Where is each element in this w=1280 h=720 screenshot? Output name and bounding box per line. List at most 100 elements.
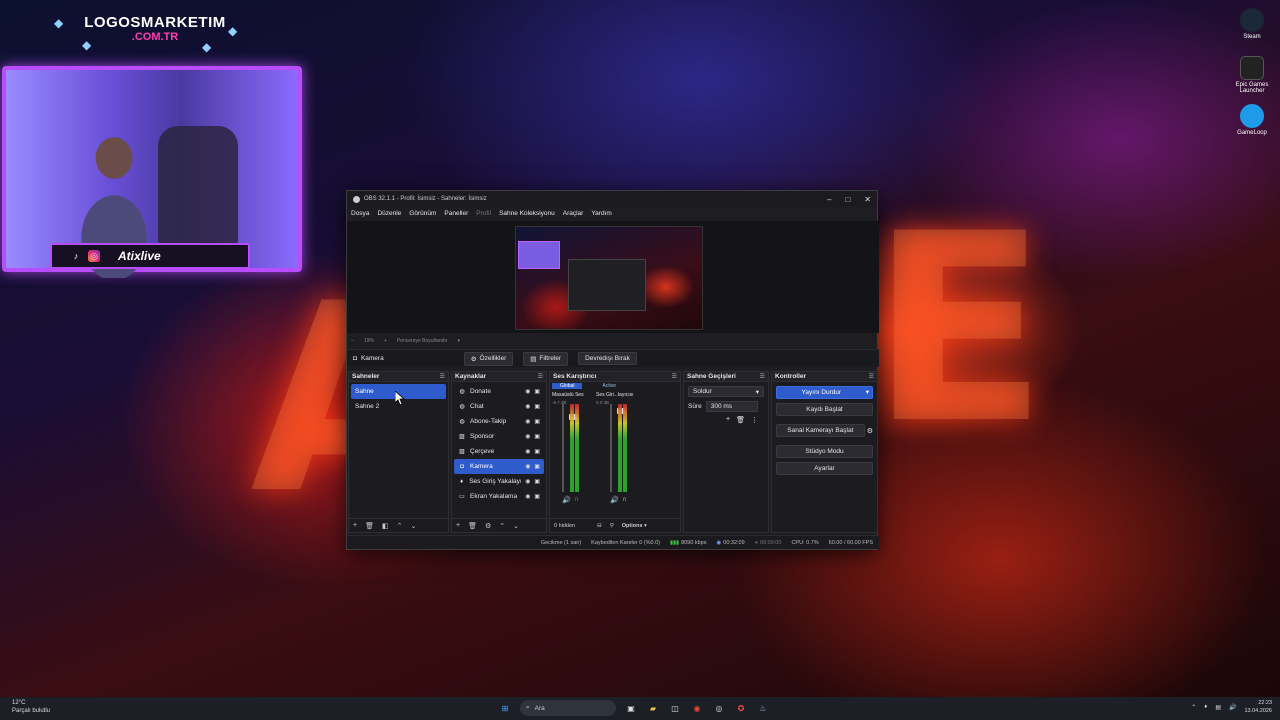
source-item[interactable]: ◍ Chat ◉ ▣	[454, 399, 544, 414]
menu-scene-collection[interactable]: Sahne Koleksiyonu	[499, 210, 555, 217]
file-explorer-icon[interactable]: ▰	[646, 701, 660, 715]
source-item[interactable]: ◘ Kamera ◉ ▣	[454, 459, 544, 474]
obs-titlebar[interactable]: OBS 32.1.1 - Profil: İsimsiz - Sahneler:…	[347, 191, 877, 207]
eye-icon[interactable]: ◉	[525, 403, 530, 410]
eye-icon[interactable]: ◉	[525, 433, 530, 440]
source-item[interactable]: ♦ Ses Giriş Yakalayıcı ◉ ▣	[454, 474, 544, 489]
menu-profile[interactable]: Profil	[476, 210, 491, 217]
dock-menu-icon[interactable]: ☰	[869, 373, 874, 380]
network-icon[interactable]: ▤	[1215, 704, 1221, 711]
chevron-up-icon[interactable]: ⌃	[397, 522, 403, 530]
eye-icon[interactable]: ◉	[525, 448, 530, 455]
trash-icon[interactable]: 🗑	[736, 416, 745, 424]
speaker-icon[interactable]: 🔊	[610, 496, 619, 504]
source-item[interactable]: ◍ Donate ◉ ▣	[454, 384, 544, 399]
trash-icon[interactable]: 🗑	[468, 522, 477, 530]
store-icon[interactable]: ◫	[668, 701, 682, 715]
headphones-icon[interactable]: ∩	[574, 496, 579, 503]
start-virtual-camera-button[interactable]: Sanal Kamerayı Başlat	[776, 424, 865, 437]
scaling-mode[interactable]: Pencereye Boyutlandır	[397, 338, 448, 344]
task-view-icon[interactable]: ▣	[624, 701, 638, 715]
volume-fader[interactable]	[562, 404, 577, 492]
weather-widget[interactable]: 12°C Parçalı bulutlu	[12, 699, 50, 715]
link-icon[interactable]: ⚲	[610, 523, 614, 529]
dock-menu-icon[interactable]: ☰	[760, 373, 765, 380]
add-transition-icon[interactable]: +	[726, 416, 730, 424]
chevron-down-icon[interactable]: ⌄	[513, 522, 519, 530]
headphones-icon[interactable]: ∩	[622, 496, 627, 503]
menu-tools[interactable]: Araçlar	[563, 210, 584, 217]
minimize-icon[interactable]: –	[827, 195, 831, 204]
gear-icon[interactable]: ⚙	[867, 427, 873, 435]
stream-preview[interactable]	[515, 226, 703, 330]
eye-icon[interactable]: ◉	[525, 418, 530, 425]
lock-icon[interactable]: ▣	[534, 493, 540, 500]
settings-button[interactable]: Ayarlar	[776, 462, 873, 475]
trash-icon[interactable]: 🗑	[365, 522, 374, 530]
chevron-down-icon[interactable]: ▾	[457, 338, 460, 344]
eye-icon[interactable]: ◉	[525, 478, 530, 485]
dock-menu-icon[interactable]: ☰	[538, 373, 543, 380]
studio-mode-button[interactable]: Stüdyo Modu	[776, 445, 873, 458]
options-button[interactable]: Options ▾	[622, 523, 647, 529]
menu-help[interactable]: Yardım	[591, 210, 611, 217]
webcam-overlay	[2, 66, 302, 278]
add-source-icon[interactable]: +	[456, 522, 460, 529]
lock-icon[interactable]: ▣	[534, 478, 540, 485]
desktop-icon-steam[interactable]: Steam	[1230, 8, 1274, 40]
eye-icon[interactable]: ◉	[525, 388, 530, 395]
duration-input[interactable]: 300 ms	[705, 401, 758, 412]
lock-icon[interactable]: ▣	[534, 418, 540, 425]
volume-icon[interactable]: 🔊	[1229, 704, 1236, 711]
lock-icon[interactable]: ▣	[534, 403, 540, 410]
eye-icon[interactable]: ◉	[525, 463, 530, 470]
dock-menu-icon[interactable]: ☰	[440, 373, 445, 380]
source-item[interactable]: ▭ Ekran Yakalama ◉ ▣	[454, 489, 544, 504]
start-recording-button[interactable]: Kaydı Başlat	[776, 403, 873, 416]
lock-icon[interactable]: ▣	[534, 448, 540, 455]
app-icon[interactable]: ✪	[734, 701, 748, 715]
maximize-icon[interactable]: □	[845, 195, 850, 204]
eye-icon[interactable]: ◉	[525, 493, 530, 500]
close-icon[interactable]: ✕	[864, 195, 871, 204]
more-icon[interactable]: ⋮	[751, 416, 758, 424]
obs-taskbar-icon[interactable]: ◎	[712, 701, 726, 715]
volume-fader[interactable]	[610, 404, 625, 492]
add-scene-icon[interactable]: +	[353, 522, 357, 529]
menu-docks[interactable]: Paneller	[444, 210, 468, 217]
filters-button[interactable]: ▤ Filtreler	[523, 351, 569, 366]
stop-stream-button[interactable]: Yayını Durdur ▾	[776, 386, 873, 399]
gear-icon[interactable]: ⚙	[485, 522, 491, 530]
transition-select[interactable]: Soldur ▾	[688, 386, 764, 397]
desktop-icon-gameloop[interactable]: GameLoop	[1230, 104, 1274, 136]
lock-icon[interactable]: ▣	[534, 463, 540, 470]
layout-icon[interactable]: ⊟	[597, 523, 602, 529]
scene-filter-icon[interactable]: ◧	[382, 522, 389, 530]
zoom-in-icon[interactable]: +	[384, 338, 387, 344]
properties-button[interactable]: ⚙ Özellikler	[463, 351, 514, 366]
zoom-out-icon[interactable]: −	[351, 338, 354, 344]
source-item[interactable]: ▨ Sponsor ◉ ▣	[454, 429, 544, 444]
steam-taskbar-icon[interactable]: ♨	[756, 701, 770, 715]
source-item[interactable]: ▨ Çerçeve ◉ ▣	[454, 444, 544, 459]
lock-icon[interactable]: ▣	[534, 388, 540, 395]
windows-start-icon[interactable]: ⊞	[498, 701, 512, 715]
chevron-up-icon[interactable]: ⌃	[1191, 704, 1196, 711]
taskbar-search[interactable]: ⌕ Ara	[520, 700, 616, 716]
desktop-icon-epic-games[interactable]: Epic Games Launcher	[1230, 56, 1274, 94]
menu-edit[interactable]: Düzenle	[377, 210, 401, 217]
lock-icon[interactable]: ▣	[534, 433, 540, 440]
monitor-icon: ▭	[459, 494, 465, 500]
menu-file[interactable]: Dosya	[351, 210, 369, 217]
chevron-up-icon[interactable]: ⌃	[499, 522, 505, 530]
menu-view[interactable]: Görünüm	[409, 210, 436, 217]
deactivate-button[interactable]: Devredışı Bırak	[578, 352, 637, 365]
microphone-icon[interactable]: ♦	[1204, 704, 1207, 710]
chrome-icon[interactable]: ◉	[690, 701, 704, 715]
duration-label: Süre	[688, 403, 702, 410]
dock-menu-icon[interactable]: ☰	[672, 373, 677, 380]
clock[interactable]: 22:23 13.04.2026	[1244, 699, 1272, 715]
source-item[interactable]: ◍ Abone-Takip ◉ ▣	[454, 414, 544, 429]
speaker-icon[interactable]: 🔊	[562, 496, 571, 504]
chevron-down-icon[interactable]: ⌄	[410, 522, 416, 530]
